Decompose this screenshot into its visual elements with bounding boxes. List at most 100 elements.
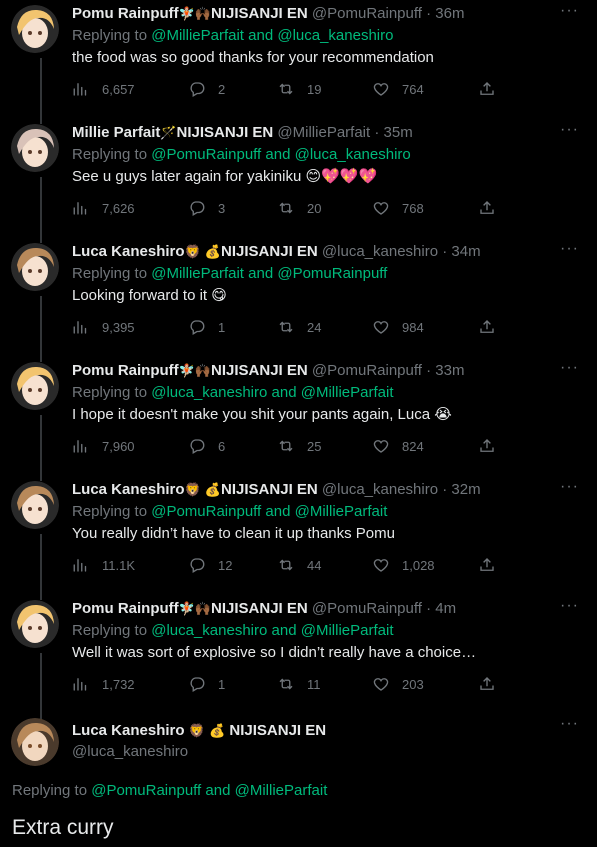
mention-link[interactable]: @MillieParfait [301, 622, 394, 639]
retweet-button[interactable]: 24 [277, 318, 321, 336]
org-name[interactable]: NIJISANJI EN [221, 243, 318, 260]
like-button[interactable]: 1,028 [372, 556, 435, 574]
name-emoji: 🧚🏼🙌🏾 [178, 602, 212, 617]
user-handle[interactable]: @luca_kaneshiro [322, 481, 438, 498]
timestamp[interactable]: 4m [435, 600, 456, 617]
org-name[interactable]: NIJISANJI EN [221, 481, 318, 498]
user-handle[interactable]: @luca_kaneshiro [72, 743, 188, 760]
user-handle[interactable]: @luca_kaneshiro [322, 243, 438, 260]
more-options-icon[interactable]: ··· [560, 478, 579, 496]
mention-link[interactable]: @PomuRainpuff [151, 503, 261, 520]
retweet-button[interactable]: 25 [277, 437, 321, 455]
tweet[interactable]: Pomu Rainpuff🧚🏼🙌🏾NIJISANJI EN @PomuRainp… [0, 357, 597, 481]
share-upload-icon [480, 82, 494, 95]
mention-link[interactable]: @MillieParfait [295, 503, 388, 520]
views-button[interactable]: 7,960 [72, 437, 135, 455]
tweet[interactable]: Millie Parfait🪄NIJISANJI EN @MillieParfa… [0, 119, 597, 243]
reply-button[interactable]: 1 [188, 318, 225, 336]
timestamp[interactable]: 36m [435, 5, 464, 22]
mention-link[interactable]: @MillieParfait [151, 27, 244, 44]
mention-link[interactable]: @luca_kaneshiro [151, 384, 267, 401]
views-button[interactable]: 9,395 [72, 318, 135, 336]
avatar[interactable] [11, 362, 59, 410]
tweet[interactable]: Pomu Rainpuff🧚🏼🙌🏾NIJISANJI EN @PomuRainp… [0, 0, 597, 124]
views-button[interactable]: 1,732 [72, 675, 135, 693]
mention-link[interactable]: @MillieParfait [235, 782, 328, 799]
reply-button[interactable]: 1 [188, 675, 225, 693]
retweet-button[interactable]: 11 [277, 675, 321, 693]
user-handle[interactable]: @MillieParfait [277, 124, 370, 141]
avatar[interactable] [11, 243, 59, 291]
more-options-icon[interactable]: ··· [560, 597, 579, 615]
more-options-icon[interactable]: ··· [560, 240, 579, 258]
avatar[interactable] [11, 124, 59, 172]
mention-link[interactable]: @luca_kaneshiro [277, 27, 393, 44]
display-name[interactable]: Luca Kaneshiro [72, 243, 185, 260]
views-button[interactable]: 7,626 [72, 199, 135, 217]
like-button[interactable]: 203 [372, 675, 424, 693]
reply-button[interactable]: 2 [188, 80, 225, 98]
views-button[interactable]: 11.1K [72, 556, 135, 574]
avatar[interactable] [11, 600, 59, 648]
more-options-icon[interactable]: ··· [560, 715, 579, 733]
mention-link[interactable]: @PomuRainpuff [151, 146, 261, 163]
user-handle[interactable]: @PomuRainpuff [312, 5, 422, 22]
retweet-button[interactable]: 20 [277, 199, 321, 217]
timestamp[interactable]: 34m [451, 243, 480, 260]
org-name[interactable]: NIJISANJI EN [211, 600, 308, 617]
tweet[interactable]: Luca Kaneshiro🦁 💰NIJISANJI EN @luca_kane… [0, 238, 597, 362]
display-name[interactable]: Pomu Rainpuff [72, 5, 179, 22]
mention-link[interactable]: @PomuRainpuff [91, 782, 201, 799]
mention-link[interactable]: @MillieParfait [301, 384, 394, 401]
more-options-icon[interactable]: ··· [560, 2, 579, 20]
retweet-arrows-icon [279, 440, 293, 452]
org-name[interactable]: NIJISANJI EN [211, 5, 308, 22]
avatar[interactable] [11, 718, 59, 766]
replying-to-label: Replying to [12, 782, 92, 799]
replying-to-label: Replying to [72, 146, 152, 163]
more-options-icon[interactable]: ··· [560, 121, 579, 139]
avatar[interactable] [11, 5, 59, 53]
timestamp[interactable]: 33m [435, 362, 464, 379]
display-name[interactable]: Luca Kaneshiro [72, 481, 185, 498]
focused-tweet[interactable]: Luca Kaneshiro 🦁 💰 NIJISANJI EN ··· @luc… [0, 713, 597, 847]
reply-button[interactable]: 3 [188, 199, 225, 217]
like-count: 984 [402, 319, 424, 335]
retweet-button[interactable]: 44 [277, 556, 321, 574]
user-handle[interactable]: @PomuRainpuff [312, 362, 422, 379]
share-button[interactable] [478, 80, 496, 98]
org-name[interactable]: NIJISANJI EN [229, 722, 326, 739]
avatar[interactable] [11, 481, 59, 529]
share-button[interactable] [478, 199, 496, 217]
tweet[interactable]: Pomu Rainpuff🧚🏼🙌🏾NIJISANJI EN @PomuRainp… [0, 595, 597, 719]
like-button[interactable]: 764 [372, 80, 424, 98]
like-button[interactable]: 768 [372, 199, 424, 217]
share-button[interactable] [478, 556, 496, 574]
share-button[interactable] [478, 318, 496, 336]
user-handle[interactable]: @PomuRainpuff [312, 600, 422, 617]
replying-to: Replying to @PomuRainpuff and @MilliePar… [12, 782, 327, 799]
like-button[interactable]: 984 [372, 318, 424, 336]
display-name[interactable]: Millie Parfait [72, 124, 160, 141]
mention-link[interactable]: @PomuRainpuff [277, 265, 387, 282]
display-name[interactable]: Luca Kaneshiro [72, 722, 185, 739]
org-name[interactable]: NIJISANJI EN [177, 124, 274, 141]
more-options-icon[interactable]: ··· [560, 359, 579, 377]
tweet[interactable]: Luca Kaneshiro🦁 💰NIJISANJI EN @luca_kane… [0, 476, 597, 600]
mention-link[interactable]: @luca_kaneshiro [151, 622, 267, 639]
reply-button[interactable]: 6 [188, 437, 225, 455]
like-button[interactable]: 824 [372, 437, 424, 455]
reply-button[interactable]: 12 [188, 556, 232, 574]
views-button[interactable]: 6,657 [72, 80, 135, 98]
share-button[interactable] [478, 437, 496, 455]
display-name[interactable]: Pomu Rainpuff [72, 600, 179, 617]
timestamp[interactable]: 32m [451, 481, 480, 498]
timestamp[interactable]: 35m [384, 124, 413, 141]
display-name[interactable]: Pomu Rainpuff [72, 362, 179, 379]
retweet-button[interactable]: 19 [277, 80, 321, 98]
speech-bubble-icon [190, 558, 205, 573]
mention-link[interactable]: @luca_kaneshiro [295, 146, 411, 163]
share-button[interactable] [478, 675, 496, 693]
mention-link[interactable]: @MillieParfait [151, 265, 244, 282]
org-name[interactable]: NIJISANJI EN [211, 362, 308, 379]
